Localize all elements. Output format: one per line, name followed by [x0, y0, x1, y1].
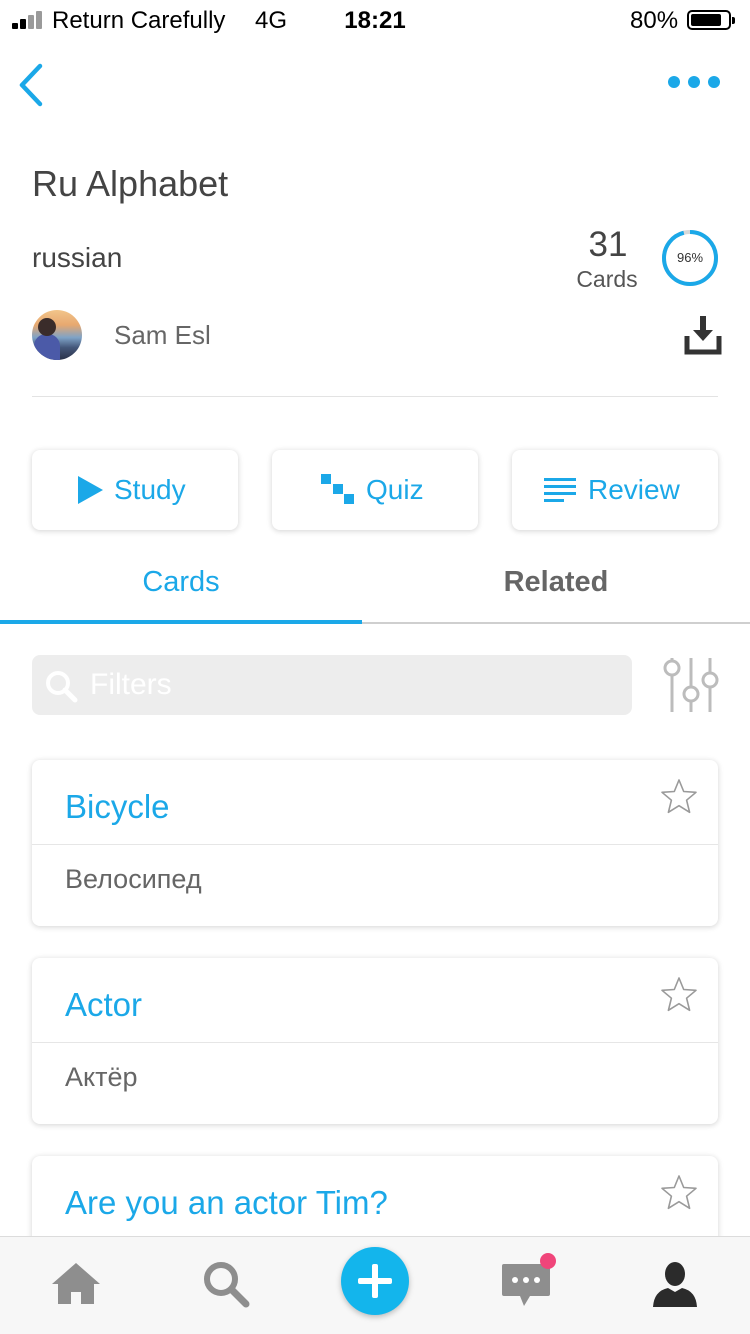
quiz-blocks-icon	[321, 474, 354, 504]
list-lines-icon	[544, 478, 576, 502]
notification-badge	[540, 1253, 556, 1269]
avatar[interactable]	[32, 310, 82, 360]
plus-icon	[358, 1264, 392, 1298]
quiz-button[interactable]: Quiz	[272, 450, 478, 530]
author-name[interactable]: Sam Esl	[114, 320, 211, 351]
card-divider	[32, 844, 718, 845]
download-icon	[684, 316, 722, 355]
card-front: Bicycle	[65, 788, 170, 825]
card-back: Велосипед	[65, 864, 202, 894]
card-count: 31	[588, 225, 628, 264]
filter-input[interactable]: Filters	[32, 655, 632, 715]
download-button[interactable]	[684, 314, 722, 356]
card-count-label: Cards	[576, 266, 638, 292]
status-bar: Return Carefully 4G 18:21 80%	[0, 0, 750, 40]
study-button[interactable]: Study	[32, 450, 238, 530]
chat-icon[interactable]	[500, 1262, 552, 1308]
divider	[32, 396, 718, 397]
home-icon[interactable]	[50, 1260, 102, 1306]
star-icon[interactable]	[660, 976, 698, 1014]
search-icon[interactable]	[202, 1260, 250, 1308]
deck-title: Ru Alphabet	[32, 163, 229, 204]
card-front: Actor	[65, 986, 143, 1023]
more-dots-icon	[668, 76, 680, 88]
add-button[interactable]	[341, 1247, 409, 1315]
star-icon[interactable]	[660, 778, 698, 816]
card-divider	[32, 1042, 718, 1043]
card-item[interactable]: Bicycle Велосипед	[32, 760, 718, 926]
card-back: Актёр	[65, 1062, 138, 1092]
star-icon[interactable]	[660, 1174, 698, 1212]
search-icon	[46, 671, 78, 703]
deck-language: russian	[32, 242, 123, 273]
tab-active-indicator	[0, 620, 362, 624]
study-label: Study	[114, 474, 186, 505]
card-item[interactable]: Actor Актёр	[32, 958, 718, 1124]
battery-percent: 80%	[630, 7, 679, 34]
tab-related[interactable]: Related	[362, 566, 750, 599]
chevron-left-icon	[19, 63, 43, 107]
progress-percent: 96%	[676, 250, 704, 265]
tab-cards[interactable]: Cards	[0, 566, 362, 599]
play-icon	[78, 476, 103, 504]
review-button[interactable]: Review	[512, 450, 718, 530]
quiz-label: Quiz	[366, 474, 424, 505]
sliders-icon	[663, 658, 719, 712]
battery-icon	[687, 10, 735, 30]
review-label: Review	[588, 474, 680, 505]
card-front: Are you an actor Tim?	[65, 1184, 388, 1221]
back-button[interactable]	[14, 60, 54, 110]
filter-placeholder: Filters	[90, 668, 172, 701]
filter-settings-button[interactable]	[662, 656, 720, 714]
more-options-button[interactable]	[668, 72, 720, 92]
profile-icon[interactable]	[650, 1259, 700, 1309]
